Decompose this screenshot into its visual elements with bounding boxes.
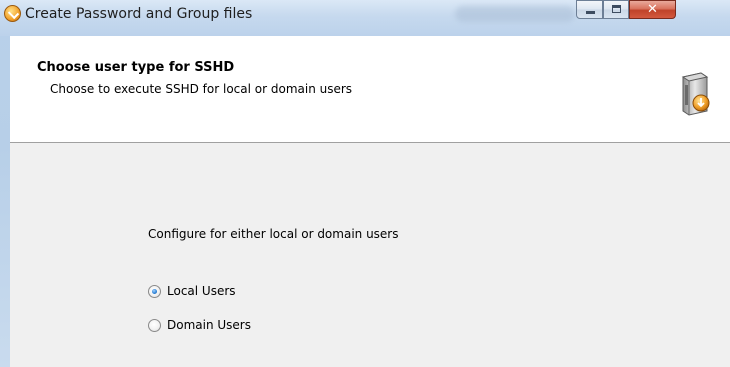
minimize-button[interactable] (576, 0, 603, 19)
wizard-body: Configure for either local or domain use… (10, 143, 730, 367)
maximize-button[interactable] (603, 0, 629, 19)
setup-package-icon (681, 72, 710, 116)
maximize-icon (612, 5, 621, 13)
title-bar[interactable]: Create Password and Group files ✕ (0, 0, 730, 36)
domain-users-label[interactable]: Domain Users (167, 318, 251, 332)
window-left-border (0, 0, 10, 367)
header-title: Choose user type for SSHD (37, 60, 235, 75)
close-button[interactable]: ✕ (629, 0, 676, 19)
installer-icon[interactable] (4, 5, 21, 22)
close-icon: ✕ (647, 2, 658, 17)
local-users-label[interactable]: Local Users (167, 284, 236, 298)
wizard-header: Choose user type for SSHD Choose to exec… (10, 36, 730, 143)
local-users-radio[interactable] (148, 285, 161, 298)
installer-window: Create Password and Group files ✕ Choose… (0, 0, 730, 367)
domain-users-radio[interactable] (148, 319, 161, 332)
header-subtitle: Choose to execute SSHD for local or doma… (50, 82, 353, 96)
minimize-icon (586, 11, 595, 14)
title-bar-blur (455, 6, 575, 22)
window-title: Create Password and Group files (25, 6, 253, 22)
user-type-prompt: Configure for either local or domain use… (148, 227, 399, 241)
